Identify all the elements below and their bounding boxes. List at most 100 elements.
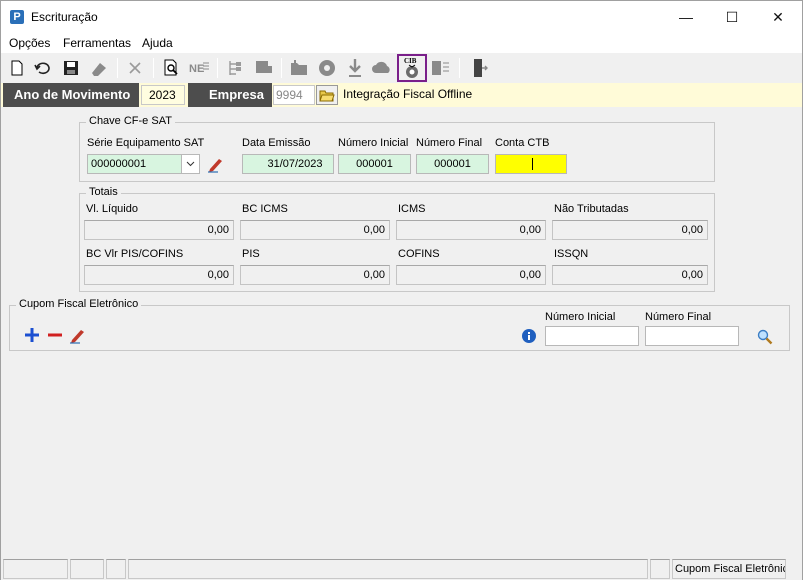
status-panel [128,559,648,579]
save-button[interactable] [59,56,83,80]
remove-cupom-button[interactable] [46,326,64,344]
print-preview-icon [164,59,178,76]
cupom-numero-inicial-label: Número Inicial [545,311,616,323]
bc-pis-cofins-label: BC Vlr PIS/COFINS [86,248,184,260]
app-logo-icon: P [10,10,24,24]
icms-label: ICMS [398,203,426,215]
pis-field: 0,00 [240,265,390,285]
edit-cupom-button[interactable] [68,325,88,345]
conta-ctb-input[interactable] [495,154,567,174]
vl-liquido-label: Vl. Líquido [86,203,138,215]
settings-button[interactable] [315,56,339,80]
delete-x-icon [129,62,141,74]
svg-text:NE: NE [189,63,204,75]
toolbar-separator [153,58,154,78]
cib-button[interactable]: CIB [397,54,427,82]
bc-icms-field: 0,00 [240,220,390,240]
preview-button[interactable] [159,56,183,80]
numero-final-label: Número Final [416,137,483,149]
search-button[interactable] [756,328,774,346]
cofins-field: 0,00 [396,265,546,285]
company-name: Integração Fiscal Offline [343,87,473,101]
company-browse-button[interactable] [316,85,338,105]
minimize-icon: — [679,9,693,25]
serie-select[interactable]: 000000001 [87,154,200,174]
menu-ferramentas[interactable]: Ferramentas [63,36,131,50]
status-panel [650,559,670,579]
pencil-icon [208,159,222,173]
info-icon [522,329,536,343]
chevron-down-icon[interactable] [181,155,199,173]
undo-button[interactable] [31,56,55,80]
text-cursor [532,158,533,170]
cloud-button[interactable] [370,56,394,80]
info-button[interactable] [521,328,537,344]
maximize-icon: ☐ [725,8,739,25]
menu-bar: Opções Ferramentas Ajuda [1,33,802,53]
company-code-input[interactable]: 9994 [273,85,315,105]
status-panel [70,559,104,579]
toolbar-separator [459,58,460,78]
edit-serie-button[interactable] [206,154,226,174]
download-button[interactable] [343,56,367,80]
menu-ajuda[interactable]: Ajuda [142,36,173,50]
group-title: Chave CF-e SAT [86,115,175,127]
cloud-icon [372,61,390,73]
year-input[interactable]: 2023 [141,85,185,105]
download-arrow-icon [349,59,361,77]
pis-label: PIS [242,248,260,260]
toolbar: NE CIB [1,54,802,82]
maximize-button[interactable]: ☐ [709,1,755,33]
minus-icon [48,333,62,337]
data-emissao-input[interactable]: 31/07/2023 [242,154,334,174]
ne-button[interactable]: NE [187,56,211,80]
window-title: Escrituração [31,10,98,24]
title-bar: P Escrituração — ☐ ✕ [1,1,802,33]
nao-tributadas-field: 0,00 [552,220,708,240]
issqn-label: ISSQN [554,248,589,260]
tree-button[interactable] [223,56,247,80]
numero-inicial-input[interactable]: 000001 [338,154,411,174]
company-label: Empresa [188,83,272,107]
serie-value: 000000001 [91,158,147,170]
svg-text:CIB: CIB [404,57,417,65]
cupom-numero-final-input[interactable] [645,326,739,346]
new-button[interactable] [5,56,29,80]
numero-final-input[interactable]: 000001 [416,154,489,174]
import-button[interactable] [287,56,311,80]
report-button[interactable] [429,56,453,80]
transfer-button[interactable] [251,56,275,80]
exit-button[interactable] [467,56,491,80]
folder-arrow-icon [291,60,307,75]
conta-ctb-label: Conta CTB [495,137,550,149]
delete-button[interactable] [123,56,147,80]
close-icon: ✕ [772,8,784,25]
plus-icon [25,328,39,342]
status-bar: Cupom Fiscal Eletrônico [1,558,802,580]
issqn-field: 0,00 [552,265,708,285]
save-icon [64,61,78,75]
vl-liquido-field: 0,00 [84,220,234,240]
close-button[interactable]: ✕ [755,1,801,33]
menu-opcoes[interactable]: Opções [9,36,50,50]
search-icon [757,329,773,345]
toolbar-separator [217,58,218,78]
data-emissao-label: Data Emissão [242,137,311,149]
gear-icon [319,60,335,76]
minimize-button[interactable]: — [663,1,709,33]
tree-list-icon [229,61,241,75]
pencil-icon [70,330,84,344]
cupom-numero-inicial-input[interactable] [545,326,639,346]
ne-icon: NE [189,62,209,75]
exit-door-icon [474,59,488,77]
group-title: Cupom Fiscal Eletrônico [16,298,142,310]
group-title: Totais [86,186,121,198]
new-document-icon [11,60,23,76]
toolbar-separator [281,58,282,78]
edit-button[interactable] [87,56,111,80]
eraser-icon [92,63,106,76]
serie-label: Série Equipamento SAT [87,137,205,149]
bc-pis-cofins-field: 0,00 [84,265,234,285]
add-cupom-button[interactable] [23,326,41,344]
status-panel [3,559,68,579]
